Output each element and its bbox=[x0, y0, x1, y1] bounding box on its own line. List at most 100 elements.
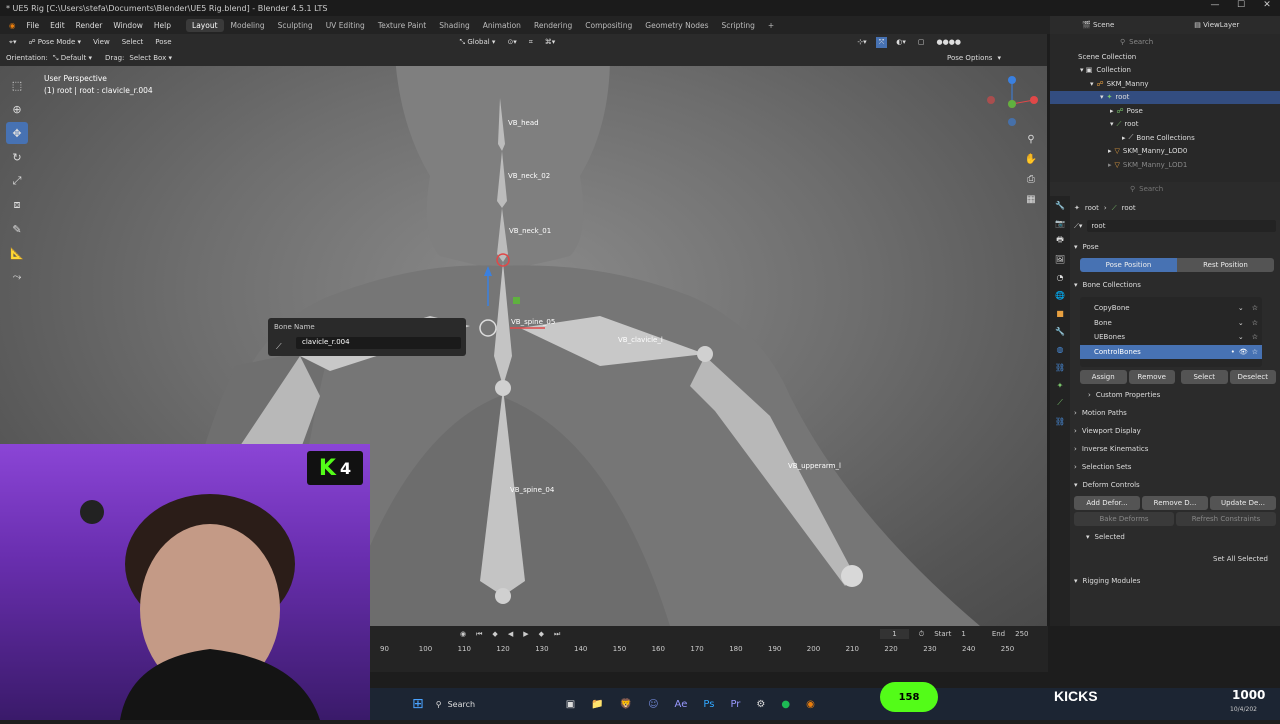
rest-position-button[interactable]: Rest Position bbox=[1177, 258, 1274, 272]
menu-render[interactable]: Render bbox=[71, 21, 108, 30]
photoshop-icon[interactable]: Ps bbox=[703, 699, 714, 710]
play-icon[interactable]: ▶ bbox=[523, 630, 528, 638]
list-item[interactable]: UEBones ⌄ ☆ bbox=[1080, 330, 1262, 345]
move-icon[interactable]: ✥ bbox=[6, 122, 28, 144]
jump-end-icon[interactable]: ⏭ bbox=[554, 630, 560, 639]
maximize-icon[interactable]: ☐ bbox=[1228, 0, 1254, 10]
physics-tab-icon[interactable]: ◍ bbox=[1050, 340, 1070, 358]
start-field[interactable]: 1 bbox=[961, 630, 965, 638]
pose-panel-header[interactable]: ▾ Pose bbox=[1074, 238, 1276, 256]
object-tab-icon[interactable]: ■ bbox=[1050, 304, 1070, 322]
selected-subpanel-header[interactable]: ▾ Selected bbox=[1074, 528, 1276, 546]
remove-deform-button[interactable]: Remove D... bbox=[1142, 496, 1208, 510]
end-field[interactable]: 250 bbox=[1015, 630, 1028, 638]
outliner-pose[interactable]: ▸ ☍ Pose bbox=[1050, 104, 1280, 118]
pan-hand-icon[interactable]: ✋ bbox=[1022, 150, 1040, 170]
bone-name-input[interactable]: clavicle_r.004 bbox=[296, 337, 461, 349]
xray-icon[interactable]: ▢ bbox=[915, 37, 928, 47]
star-icon[interactable]: ☆ bbox=[1252, 348, 1258, 356]
tool-tab-icon[interactable]: 🔧 bbox=[1050, 196, 1070, 214]
proportional-icon[interactable]: ⌘▾ bbox=[542, 37, 559, 47]
render-tab-icon[interactable]: 📷 bbox=[1050, 214, 1070, 232]
output-tab-icon[interactable]: 🖶 bbox=[1050, 232, 1070, 250]
menu-help[interactable]: Help bbox=[149, 21, 176, 30]
measure-icon[interactable]: 📐 bbox=[6, 242, 28, 264]
view-layer-tab-icon[interactable]: 🖼 bbox=[1050, 250, 1070, 268]
task-view-icon[interactable]: ▣ bbox=[566, 699, 575, 710]
tab-shading[interactable]: Shading bbox=[433, 19, 475, 32]
play-reverse-icon[interactable]: ◀ bbox=[508, 630, 513, 638]
relax-icon[interactable]: ⤳ bbox=[6, 266, 28, 288]
grid-icon[interactable]: ▦ bbox=[1022, 190, 1040, 210]
add-workspace-icon[interactable]: + bbox=[762, 19, 780, 32]
tab-animation[interactable]: Animation bbox=[477, 19, 527, 32]
outliner-root-data[interactable]: ▾ ⟋ root bbox=[1050, 118, 1280, 132]
tab-texture-paint[interactable]: Texture Paint bbox=[372, 19, 432, 32]
modifier-tab-icon[interactable]: 🔧 bbox=[1050, 322, 1070, 340]
data-tab-icon[interactable]: ✦ bbox=[1050, 376, 1070, 394]
rotate-icon[interactable]: ↻ bbox=[6, 146, 28, 168]
refresh-constraints-button[interactable]: Refresh Constraints bbox=[1176, 512, 1276, 526]
tab-geometry-nodes[interactable]: Geometry Nodes bbox=[639, 19, 714, 32]
pivot-icon[interactable]: ⊙▾ bbox=[504, 37, 519, 47]
star-icon[interactable]: ☆ bbox=[1252, 319, 1258, 327]
jump-start-icon[interactable]: ⏮ bbox=[476, 630, 482, 639]
deselect-button[interactable]: Deselect bbox=[1229, 370, 1276, 384]
outliner-search[interactable]: ⚲ Search bbox=[1050, 34, 1280, 50]
mode-select[interactable]: ☍ Pose Mode ▾ bbox=[25, 37, 84, 47]
bone-tab-icon[interactable]: ⟋ bbox=[1050, 394, 1070, 412]
menu-file[interactable]: File bbox=[22, 21, 45, 30]
data-name-field[interactable]: root bbox=[1087, 220, 1276, 232]
close-icon[interactable]: ✕ bbox=[1254, 0, 1280, 10]
spotify-icon[interactable]: ● bbox=[781, 699, 790, 710]
viewlayer-select[interactable]: ▤ ViewLayer bbox=[1194, 21, 1239, 29]
transform-orientation[interactable]: ⤡ Global ▾ bbox=[457, 37, 499, 48]
blender-icon[interactable]: ◉ bbox=[806, 699, 815, 710]
zoom-icon[interactable]: ⚲ bbox=[1022, 130, 1040, 150]
menu-edit[interactable]: Edit bbox=[45, 21, 70, 30]
menu-select[interactable]: Select bbox=[119, 37, 147, 47]
update-deform-button[interactable]: Update De... bbox=[1210, 496, 1276, 510]
camera-icon[interactable]: ⎙ bbox=[1022, 170, 1040, 190]
options-chevron-icon[interactable]: ▾ bbox=[997, 54, 1001, 62]
overlays-icon[interactable]: ◐▾ bbox=[893, 37, 909, 47]
list-item[interactable]: ControlBones • 👁 ☆ bbox=[1080, 344, 1262, 359]
tab-sculpting[interactable]: Sculpting bbox=[272, 19, 319, 32]
file-explorer-icon[interactable]: 📁 bbox=[591, 699, 603, 710]
prev-key-icon[interactable]: ◆ bbox=[492, 630, 497, 638]
menu-pose[interactable]: Pose bbox=[152, 37, 174, 47]
tab-compositing[interactable]: Compositing bbox=[579, 19, 638, 32]
viewport-display-header[interactable]: › Viewport Display bbox=[1074, 422, 1276, 440]
chevron-down-icon[interactable]: ⌄ bbox=[1238, 304, 1244, 312]
taskbar-search[interactable]: ⚲ Search bbox=[436, 700, 556, 709]
tab-rendering[interactable]: Rendering bbox=[528, 19, 578, 32]
outliner-collection[interactable]: ▾ ▣ Collection bbox=[1050, 64, 1280, 78]
menu-window[interactable]: Window bbox=[108, 21, 148, 30]
minimize-icon[interactable]: — bbox=[1202, 0, 1228, 10]
menu-view[interactable]: View bbox=[90, 37, 113, 47]
scene-select[interactable]: 🎬 Scene bbox=[1082, 21, 1114, 29]
premiere-icon[interactable]: Pr bbox=[730, 699, 740, 710]
constraint-tab-icon[interactable]: ⛓ bbox=[1050, 358, 1070, 376]
after-effects-icon[interactable]: Ae bbox=[675, 699, 688, 710]
pose-options-button[interactable]: Pose Options bbox=[947, 54, 992, 62]
select-box-icon[interactable]: ⬚ bbox=[6, 74, 28, 96]
pose-position-button[interactable]: Pose Position bbox=[1080, 258, 1177, 272]
bone-constraint-tab-icon[interactable]: ⛓ bbox=[1050, 412, 1070, 430]
add-deform-button[interactable]: Add Defor... bbox=[1074, 496, 1140, 510]
properties-search[interactable]: ⚲ Search bbox=[1050, 182, 1280, 196]
custom-properties-header[interactable]: › Custom Properties bbox=[1074, 386, 1276, 404]
annotate-icon[interactable]: ✎ bbox=[6, 218, 28, 240]
motion-paths-header[interactable]: › Motion Paths bbox=[1074, 404, 1276, 422]
selection-sets-header[interactable]: › Selection Sets bbox=[1074, 458, 1276, 476]
select-button[interactable]: Select bbox=[1181, 370, 1228, 384]
inverse-kinematics-header[interactable]: › Inverse Kinematics bbox=[1074, 440, 1276, 458]
assign-button[interactable]: Assign bbox=[1080, 370, 1127, 384]
tab-modeling[interactable]: Modeling bbox=[225, 19, 271, 32]
outliner-lod1[interactable]: ▸ ▽ SKM_Manny_LOD1 bbox=[1050, 158, 1280, 172]
next-key-icon[interactable]: ◆ bbox=[539, 630, 544, 638]
armature-data-select-icon[interactable]: ⟋▾ bbox=[1074, 222, 1082, 231]
list-item[interactable]: Bone ⌄ ☆ bbox=[1080, 316, 1262, 331]
bone-collections-panel-header[interactable]: ▾ Bone Collections bbox=[1074, 276, 1276, 294]
outliner-scene-collection[interactable]: Scene Collection bbox=[1050, 50, 1280, 64]
